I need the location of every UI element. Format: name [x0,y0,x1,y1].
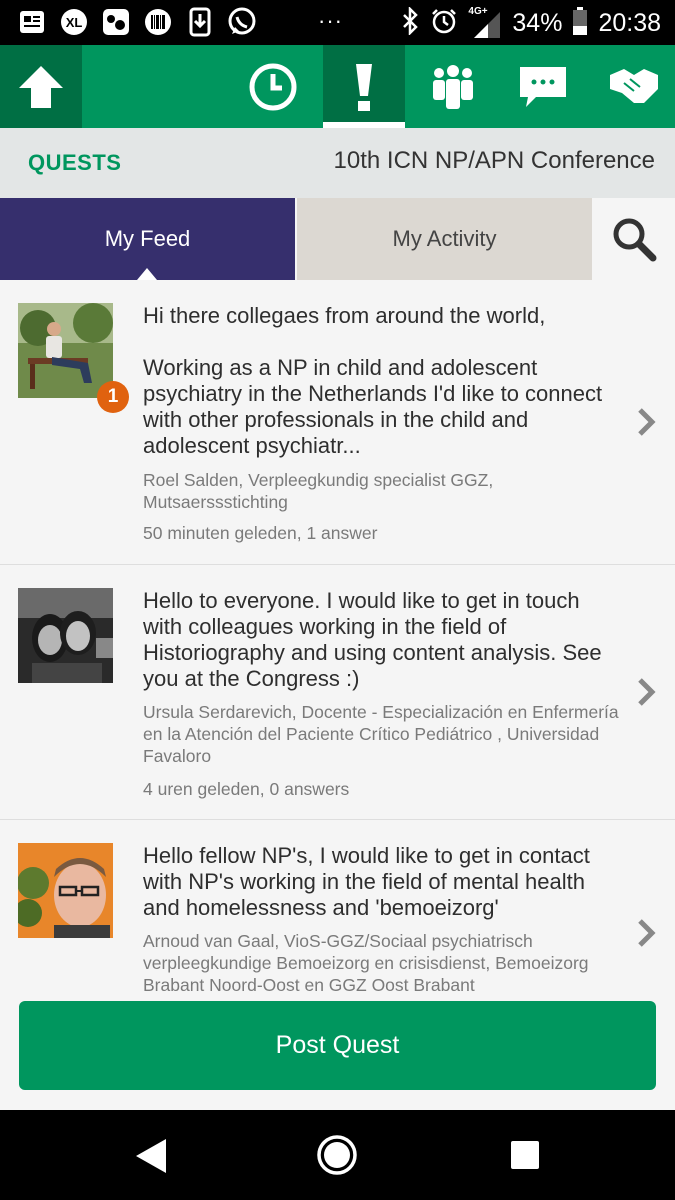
quest-author: Ursula Serdarevich, Docente - Especializ… [143,702,619,766]
post-quest-button[interactable]: Post Quest [19,1001,656,1090]
search-button[interactable] [593,198,675,280]
notification-badge: 1 [97,381,129,413]
svg-text:XL: XL [66,15,83,30]
news-icon [16,6,48,38]
battery-percent: 34% [512,8,563,37]
active-tab-caret [137,268,157,280]
system-status: 4G+ 34% 20:38 [400,4,661,42]
avatar [18,588,113,683]
status-bar: XL ··· 4G+ 34% 20:38 [0,0,675,45]
quest-meta: 50 minuten geleden, 1 answer [143,523,378,543]
notification-icons: XL [16,6,258,38]
nav-quests-button[interactable] [323,45,405,128]
tab-my-activity[interactable]: My Activity [297,198,592,280]
avatar [18,303,113,398]
game-icon [100,6,132,38]
top-nav [0,45,675,128]
download-icon [184,6,216,38]
quest-meta: 4 uren geleden, 0 answers [143,779,350,799]
quest-author: Arnoud van Gaal, VioS-GGZ/Sociaal psychi… [143,931,589,995]
post-bar: Post Quest [0,1000,675,1110]
feed-item[interactable]: Hello fellow NP's, I would like to get i… [0,820,675,1000]
chevron-right-icon [638,408,656,436]
home-circle-icon[interactable] [316,1134,358,1176]
tab-my-feed[interactable]: My Feed [0,198,295,280]
home-arrow-icon [19,65,63,108]
tab-bar: My Feed My Activity [0,198,675,280]
nav-partners-button[interactable] [593,45,675,128]
battery-icon [572,6,588,41]
signal-icon: 4G+ [468,6,502,40]
conference-name: 10th ICN NP/APN Conference [333,147,655,174]
chat-icon [520,66,566,107]
recent-apps-icon[interactable] [511,1141,539,1169]
xl-icon: XL [58,6,90,38]
feed-item[interactable]: Hello to everyone. I would like to get i… [0,565,675,820]
nav-home-button[interactable] [0,45,82,128]
nav-attendees-button[interactable] [412,45,494,128]
exclamation-icon [356,63,372,111]
bluetooth-icon [400,5,420,40]
tab-my-feed-label: My Feed [104,226,191,251]
chevron-right-icon [638,919,656,947]
quest-message: Hello to everyone. I would like to get i… [143,588,602,691]
tab-my-activity-label: My Activity [392,226,497,251]
handshake-icon [610,68,658,103]
barcode-icon [142,6,174,38]
nav-agenda-button[interactable] [232,45,314,128]
clock: 20:38 [598,8,661,37]
system-nav-bar [0,1110,675,1200]
chevron-right-icon [638,678,656,706]
search-icon [613,218,657,262]
whatsapp-icon [226,6,258,38]
page-title: QUESTS [28,150,122,175]
alarm-icon [430,7,458,40]
overflow-dots: ··· [318,8,343,33]
people-icon [433,64,473,109]
avatar [18,843,113,938]
back-icon[interactable] [134,1137,168,1175]
nav-messages-button[interactable] [502,45,584,128]
clock-icon [249,63,297,110]
feed-item[interactable]: 1 Hi there collegaes from around the wor… [0,280,675,565]
quest-message: Hello fellow NP's, I would like to get i… [143,843,590,920]
quest-feed: 1 Hi there collegaes from around the wor… [0,280,675,1000]
page-header: QUESTS 10th ICN NP/APN Conference [0,128,675,198]
quest-author: Roel Salden, Verpleegkundig specialist G… [143,470,494,512]
quest-message: Hi there collegaes from around the world… [143,303,603,458]
